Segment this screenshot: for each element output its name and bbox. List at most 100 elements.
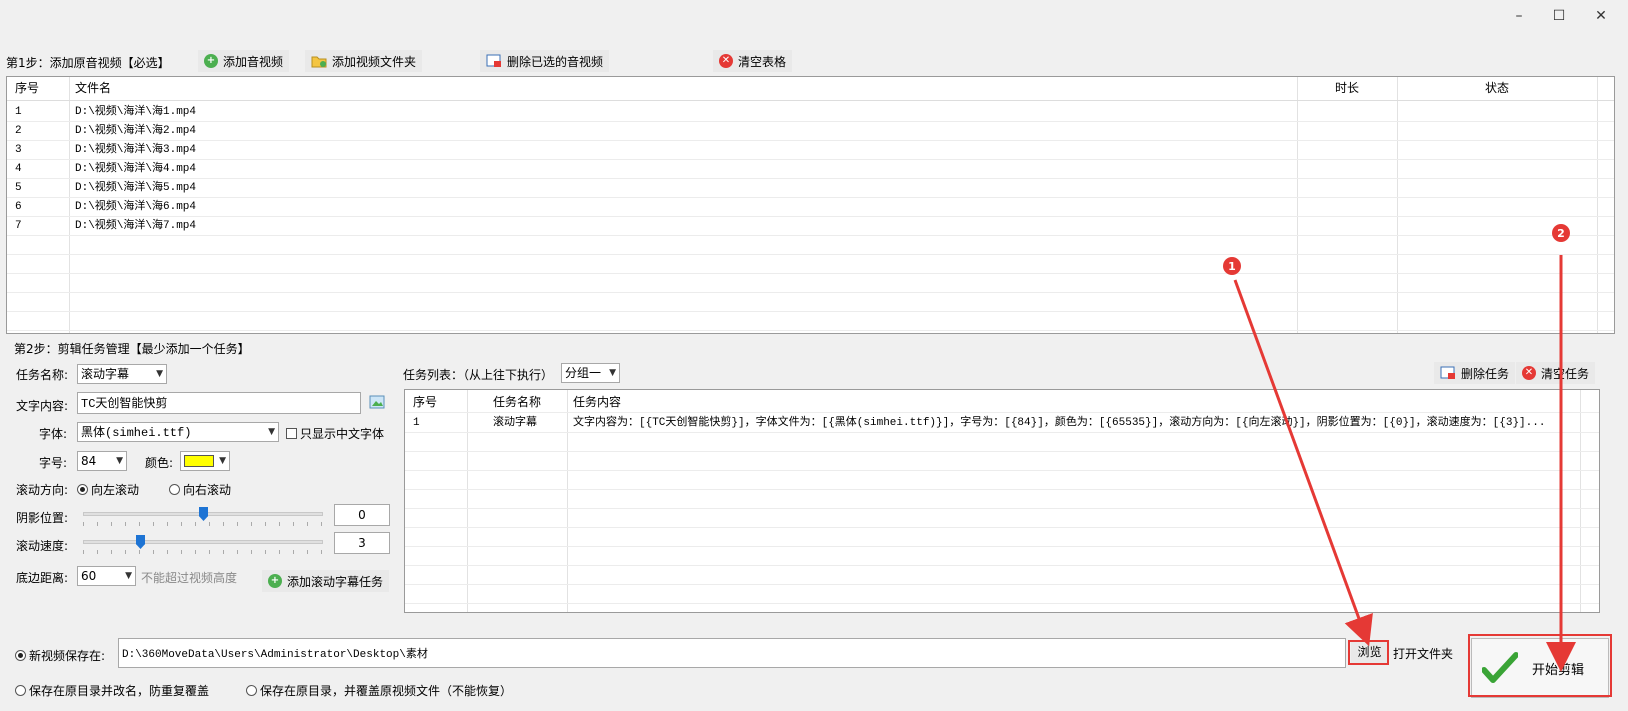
add-video-button[interactable]: + 添加音视频 — [198, 50, 290, 72]
add-task-button[interactable]: + 添加滚动字幕任务 — [262, 570, 390, 592]
file-table[interactable]: 序号 文件名 时长 状态 1 D:\视频\海洋\海1.mp4 2 D:\视频\海洋\海… — [6, 76, 1615, 334]
direction-right-label: 向右滚动 — [183, 483, 232, 497]
table-row[interactable] — [405, 566, 1599, 585]
save-rename-label: 保存在原目录并改名，防重复覆盖 — [29, 684, 210, 698]
table-row[interactable]: 3 D:\视频\海洋\海3.mp4 — [7, 141, 1614, 160]
shadow-label: 阴影位置: — [16, 511, 69, 525]
chevron-down-icon: ▼ — [219, 456, 226, 466]
task-table[interactable]: 序号 任务名称 任务内容 1 滚动字幕 文字内容为：[{TC天创智能快剪}]，字体文… — [404, 389, 1600, 613]
group-value: 分组一 — [565, 366, 602, 380]
speed-value: 3 — [358, 536, 366, 550]
table-row[interactable] — [405, 528, 1599, 547]
table-cell: 3 — [15, 144, 22, 156]
shadow-value: 0 — [358, 508, 366, 522]
column-header: 任务内容 — [573, 395, 622, 409]
text-label: 文字内容: — [16, 399, 69, 413]
table-cell: 文字内容为：[{TC天创智能快剪}]，字体文件为：[{黑体(simhei.ttf… — [573, 417, 1546, 429]
checkbox-box — [286, 428, 297, 439]
direction-left-radio[interactable]: 向左滚动 — [77, 481, 139, 498]
folder-add-icon — [311, 56, 327, 68]
table-cell: 1 — [15, 106, 22, 118]
table-row[interactable] — [405, 585, 1599, 604]
text-value: TC天创智能快剪 — [81, 397, 168, 411]
maximize-button[interactable]: ☐ — [1544, 6, 1574, 26]
save-path-input[interactable]: D:\360MoveData\Users\Administrator\Deskt… — [118, 638, 1346, 668]
shadow-input[interactable]: 0 — [334, 504, 390, 526]
table-cell: 1 — [413, 417, 420, 429]
add-folder-button[interactable]: 添加视频文件夹 — [305, 50, 423, 72]
minimize-button[interactable]: – — [1504, 6, 1534, 26]
color-swatch — [184, 455, 214, 467]
table-row[interactable]: 5 D:\视频\海洋\海5.mp4 — [7, 179, 1614, 198]
table-row[interactable]: 4 D:\视频\海洋\海4.mp4 — [7, 160, 1614, 179]
direction-right-radio[interactable]: 向右滚动 — [169, 481, 231, 498]
clear-tasks-button[interactable]: ✕ 清空任务 — [1516, 362, 1596, 384]
size-select[interactable]: 84 ▼ — [77, 451, 127, 471]
save-rename-radio[interactable]: 保存在原目录并改名，防重复覆盖 — [15, 682, 209, 699]
image-insert-icon[interactable] — [369, 394, 387, 412]
table-row[interactable]: 7 D:\视频\海洋\海7.mp4 — [7, 217, 1614, 236]
task-name-select[interactable]: 滚动字幕 ▼ — [77, 364, 167, 384]
bottom-select[interactable]: 60 ▼ — [77, 566, 136, 586]
table-cell: D:\视频\海洋\海3.mp4 — [75, 144, 197, 156]
task-list-label: 任务列表：（从上往下执行） — [403, 368, 554, 382]
speed-input[interactable]: 3 — [334, 532, 390, 554]
table-cell: D:\视频\海洋\海2.mp4 — [75, 125, 197, 137]
table-cell: D:\视频\海洋\海4.mp4 — [75, 163, 197, 175]
clear-icon: ✕ — [1522, 366, 1536, 380]
delete-task-button[interactable]: 删除任务 — [1434, 362, 1516, 384]
table-row[interactable] — [405, 471, 1599, 490]
column-header: 状态 — [1485, 81, 1510, 95]
table-row[interactable] — [7, 293, 1614, 312]
table-row[interactable] — [405, 490, 1599, 509]
shadow-slider[interactable] — [83, 504, 323, 528]
table-row[interactable]: 2 D:\视频\海洋\海2.mp4 — [7, 122, 1614, 141]
annotation-badge-1: 1 — [1223, 257, 1241, 275]
radio-dot — [15, 650, 26, 661]
radio-dot — [15, 685, 26, 696]
group-select[interactable]: 分组一 ▼ — [561, 363, 620, 383]
table-row[interactable]: 1 滚动字幕 文字内容为：[{TC天创智能快剪}]，字体文件为：[{黑体(simhe… — [405, 414, 1599, 433]
chevron-down-icon: ▼ — [116, 456, 123, 466]
column-header: 时长 — [1335, 81, 1360, 95]
add-task-label: 添加滚动字幕任务 — [287, 574, 384, 589]
annotation-box-browse — [1348, 640, 1389, 665]
table-cell: D:\视频\海洋\海6.mp4 — [75, 201, 197, 213]
table-row[interactable] — [7, 274, 1614, 293]
save-overwrite-radio[interactable]: 保存在原目录，并覆盖原视频文件（不能恢复） — [246, 682, 512, 699]
column-header: 任务名称 — [493, 395, 542, 409]
delete-list-icon — [486, 54, 501, 67]
color-picker[interactable]: ▼ — [180, 451, 230, 471]
speed-slider[interactable] — [83, 532, 323, 556]
clear-tasks-label: 清空任务 — [1541, 366, 1590, 381]
table-row[interactable] — [405, 433, 1599, 452]
table-cell: 7 — [15, 220, 22, 232]
clear-table-label: 清空表格 — [738, 54, 787, 69]
table-row[interactable] — [405, 547, 1599, 566]
table-row[interactable]: 6 D:\视频\海洋\海6.mp4 — [7, 198, 1614, 217]
open-folder-button[interactable]: 打开文件夹 — [1393, 645, 1453, 662]
annotation-badge-2: 2 — [1552, 224, 1570, 242]
table-row[interactable] — [7, 236, 1614, 255]
table-row[interactable] — [7, 312, 1614, 331]
size-value: 84 — [81, 454, 97, 468]
table-cell: D:\视频\海洋\海5.mp4 — [75, 182, 197, 194]
font-value: 黑体(simhei.ttf) — [81, 426, 192, 440]
text-input[interactable]: TC天创智能快剪 — [77, 392, 361, 414]
speed-label: 滚动速度: — [16, 539, 69, 553]
chevron-down-icon: ▼ — [156, 369, 163, 379]
save-overwrite-label: 保存在原目录，并覆盖原视频文件（不能恢复） — [260, 684, 513, 698]
table-row[interactable] — [405, 509, 1599, 528]
table-row[interactable]: 1 D:\视频\海洋\海1.mp4 — [7, 103, 1614, 122]
delete-selected-button[interactable]: 删除已选的音视频 — [480, 50, 610, 72]
close-button[interactable]: ✕ — [1586, 6, 1616, 26]
slider-thumb[interactable] — [199, 507, 208, 521]
table-row[interactable] — [405, 452, 1599, 471]
clear-table-button[interactable]: ✕ 清空表格 — [713, 50, 793, 72]
save-new-radio[interactable]: 新视频保存在: — [15, 647, 105, 664]
slider-thumb[interactable] — [136, 535, 145, 549]
chinese-only-checkbox[interactable]: 只显示中文字体 — [286, 425, 384, 442]
radio-dot — [77, 484, 88, 495]
font-select[interactable]: 黑体(simhei.ttf) ▼ — [77, 422, 279, 442]
table-row[interactable] — [7, 255, 1614, 274]
